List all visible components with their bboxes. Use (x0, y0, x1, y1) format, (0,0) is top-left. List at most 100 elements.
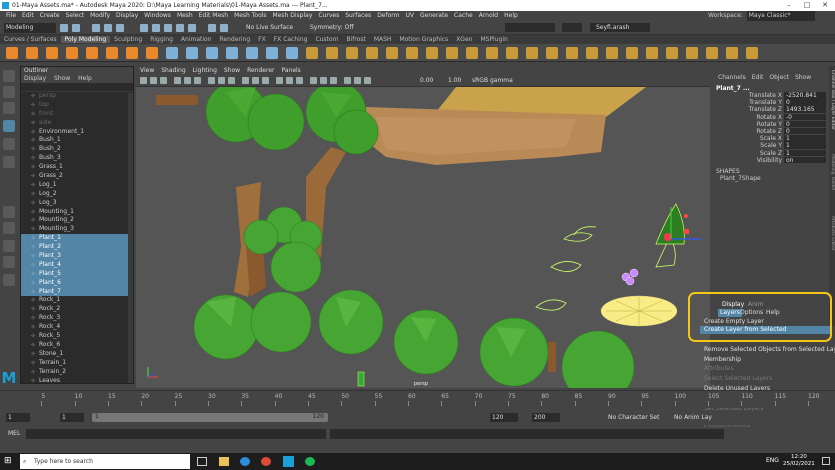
shelf-tab-sculpting[interactable]: Sculpting (110, 36, 146, 43)
shelf-tool-icon[interactable] (166, 47, 178, 59)
outliner-item[interactable]: ⊹ Rock_5 (21, 332, 133, 341)
viewport-menu-show[interactable]: Show (224, 67, 240, 74)
windows-start-icon[interactable]: ⊞ (4, 457, 13, 466)
maya-taskbar-icon[interactable] (283, 456, 294, 467)
channel-attribute-row[interactable]: Rotate Y0 (712, 120, 828, 128)
menu-mesh[interactable]: Mesh (177, 12, 193, 19)
shelf-tab-animation[interactable]: Animation (177, 36, 216, 43)
input-field-x[interactable] (505, 23, 555, 32)
start-frame-field[interactable]: 1 (6, 413, 30, 422)
menu-item-attributes[interactable]: Attributes (700, 365, 832, 373)
range-end-field[interactable]: 120 (490, 413, 518, 422)
minimize-button[interactable]: – (780, 0, 798, 11)
maximize-button[interactable]: □ (798, 0, 816, 11)
range-slider[interactable]: 1 120 (92, 413, 328, 422)
channel-attribute-row[interactable]: Scale Z1 (712, 149, 828, 157)
live-surface-field[interactable]: No Live Surface (246, 24, 293, 31)
menu-edit-mesh[interactable]: Edit Mesh (199, 12, 228, 19)
outliner-item[interactable]: ⊹ top (21, 101, 133, 110)
menu-display[interactable]: Display (116, 12, 138, 19)
language-indicator[interactable]: ENG (766, 457, 779, 464)
shelf-tool-icon[interactable] (226, 47, 238, 59)
outliner-menu-show[interactable]: Show (54, 75, 70, 82)
menu-item-select-selected-layers[interactable]: Select Selected Layers (700, 375, 832, 383)
shelf-tool-icon[interactable] (286, 47, 298, 59)
menu-mesh-display[interactable]: Mesh Display (273, 12, 313, 19)
shelf-tool-icon[interactable] (446, 47, 458, 59)
shelf-tool-icon[interactable] (26, 47, 38, 59)
channel-attribute-value[interactable]: 0 (784, 120, 826, 128)
time-slider[interactable]: 5 10 15 20 25 30 35 40 45 50 55 60 65 70 75 80 85 90 95 100… (0, 390, 835, 408)
channel-attribute-row[interactable]: Scale X1 (712, 135, 828, 142)
outliner-search-input[interactable] (21, 83, 133, 92)
channel-attribute-row[interactable]: Translate Z 1493.165 (712, 106, 828, 113)
channel-attribute-row[interactable]: Rotate X -0 (712, 113, 828, 121)
shelf-tab-bifrost[interactable]: Bifrost (342, 36, 369, 43)
channel-attribute-value[interactable]: 1493.165 (784, 106, 826, 113)
shelf-tool-icon[interactable] (46, 47, 58, 59)
shelf-tab-fx[interactable]: FX (254, 36, 270, 43)
outliner-item[interactable]: ⊹ persp (21, 92, 133, 101)
outliner-item[interactable]: ⊹ Stone_1 (21, 350, 133, 359)
shelf-tool-icon[interactable] (506, 47, 518, 59)
shelf-tool-icon[interactable] (126, 47, 138, 59)
channel-box-menu-edit[interactable]: Edit (752, 74, 764, 81)
menu-modify[interactable]: Modify (90, 12, 110, 19)
menu-uv[interactable]: UV (406, 12, 415, 19)
range-start-field[interactable]: 1 (60, 413, 84, 422)
channel-attribute-row[interactable]: Translate X -2520.841 (712, 92, 828, 99)
menu-edit[interactable]: Edit (22, 12, 34, 19)
task-view-icon[interactable] (197, 457, 207, 466)
shelf-tool-icon[interactable] (6, 47, 18, 59)
channel-box-side-tab[interactable]: Channel Box / Layer Editor (829, 70, 835, 150)
persp-graph-layout-icon[interactable] (3, 256, 15, 268)
shelf-tool-icon[interactable] (706, 47, 718, 59)
shelf-tab-msplugin[interactable]: MSPlugin (476, 36, 511, 43)
file-explorer-icon[interactable] (219, 457, 229, 466)
outliner-item[interactable]: ⊹ Plant_5 (21, 269, 133, 279)
shelf-tool-icon[interactable] (406, 47, 418, 59)
channel-box-menu-object[interactable]: Object (769, 74, 789, 81)
shelf-tool-icon[interactable] (366, 47, 378, 59)
shelf-tool-icon[interactable] (306, 47, 318, 59)
paint-select-tool-icon[interactable] (3, 102, 15, 114)
rotate-tool-icon[interactable] (3, 156, 15, 168)
symmetry-field[interactable]: Symmetry: Off (310, 24, 353, 31)
lasso-tool-icon[interactable] (3, 86, 15, 98)
menu-arnold[interactable]: Arnold (479, 12, 498, 19)
shelf-tool-icon[interactable] (386, 47, 398, 59)
shelf-tool-icon[interactable] (606, 47, 618, 59)
four-view-layout-icon[interactable] (3, 222, 15, 234)
outliner-item[interactable]: ⊹ Mounting_1 (21, 208, 133, 217)
shelf-tool-icon[interactable] (266, 47, 278, 59)
outliner-item[interactable]: ⊹ Mounting_2 (21, 216, 133, 225)
animation-end-field[interactable]: 200 (532, 413, 560, 422)
outliner-item[interactable]: ⊹ Rock_1 (21, 296, 133, 305)
viewport-menu-shading[interactable]: Shading (161, 67, 185, 74)
menu-item-remove-selected-objects-from-selected-layers[interactable]: Remove Selected Objects from Selected La… (700, 346, 835, 354)
chrome-browser-icon[interactable] (261, 457, 271, 466)
notification-icon[interactable] (822, 457, 830, 465)
shelf-tool-icon[interactable] (206, 47, 218, 59)
outliner-item[interactable]: ⊹ Bush_2 (21, 145, 133, 154)
attribute-editor-side-tab[interactable]: Attribute Editor (829, 216, 835, 276)
anim-layer-menu[interactable]: No Anim Lay (674, 413, 724, 422)
shelf-tab-motion-graphics[interactable]: Motion Graphics (395, 36, 452, 43)
outliner-item[interactable]: ⊹ side (21, 119, 133, 128)
outliner-item[interactable]: ⊹ Rock_3 (21, 314, 133, 323)
character-set-menu[interactable]: No Character Set (608, 413, 664, 422)
outliner-item[interactable]: ⊹ Plant_1 (21, 234, 133, 244)
outliner-item[interactable]: ⊹ Bush_3 (21, 154, 133, 163)
shelf-tab-custom[interactable]: Custom (311, 36, 342, 43)
shelf-tool-icon[interactable] (666, 47, 678, 59)
workspace-selector[interactable]: Workspace: Maya Classic* (708, 11, 815, 21)
shelf-tab-poly-modeling[interactable]: Poly Modeling (60, 36, 111, 43)
shelf-tool-icon[interactable] (526, 47, 538, 59)
menu-create[interactable]: Create (40, 12, 60, 19)
outliner-item[interactable]: ⊹ front (21, 110, 133, 119)
outliner-item[interactable]: ⊹ Plant_3 (21, 252, 133, 261)
shelf-tool-icon[interactable] (486, 47, 498, 59)
viewport-menu-panels[interactable]: Panels (281, 67, 300, 74)
perspective-viewport[interactable]: View Shading Lighting Show Renderer Panels 0.… (136, 66, 710, 388)
outliner-item[interactable]: ⊹ Terrain_2 (21, 368, 133, 377)
